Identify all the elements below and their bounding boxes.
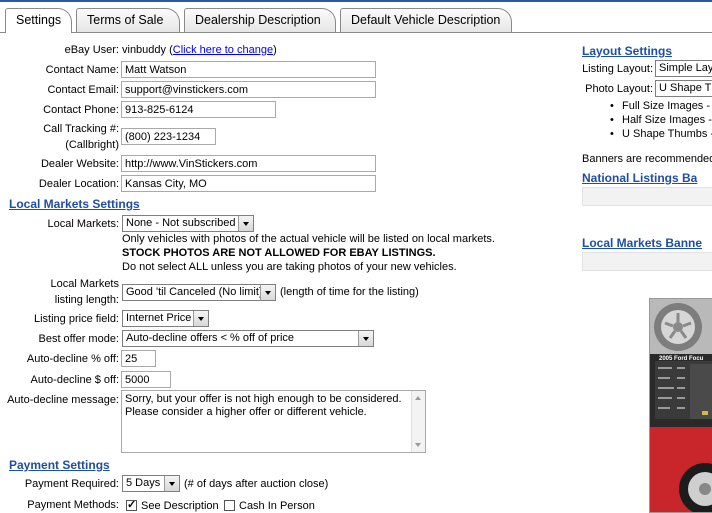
vehicle-preview-thumbnail: 2005 Ford Focu — [649, 298, 712, 513]
local-markets-select[interactable]: None - Not subscribed — [122, 215, 254, 232]
tab-default-vehicle-description[interactable]: Default Vehicle Description — [340, 8, 512, 32]
scroll-down-icon — [415, 443, 421, 447]
listing-length-hint: (length of time for the listing) — [280, 286, 419, 298]
see-description-label: See Description — [141, 500, 219, 512]
call-tracking-label: Call Tracking #: — [43, 123, 119, 135]
scroll-up-icon — [415, 396, 421, 400]
local-markets-note-3: Do not select ALL unless you are taking … — [122, 261, 457, 273]
local-markets-banner-title[interactable]: Local Markets Banne — [582, 236, 702, 250]
dealer-location-label: Dealer Location: — [38, 178, 119, 190]
top-accent-line — [0, 0, 712, 2]
tab-dealership-description[interactable]: Dealership Description — [184, 8, 336, 32]
tab-settings[interactable]: Settings — [5, 8, 72, 33]
contact-name-input[interactable] — [121, 61, 376, 78]
layout-bullet-half-size: Half Size Images - — [610, 114, 712, 127]
tab-baseline — [0, 32, 712, 33]
photo-layout-select[interactable]: U Shape Th — [655, 80, 712, 97]
see-description-checkbox[interactable] — [126, 498, 137, 511]
contact-phone-input[interactable] — [121, 101, 276, 118]
chevron-down-icon — [193, 311, 208, 326]
local-markets-note-2: STOCK PHOTOS ARE NOT ALLOWED FOR EBAY LI… — [122, 247, 436, 259]
payment-required-hint: (# of days after auction close) — [184, 478, 329, 490]
layout-bullet-full-size: Full Size Images - A — [610, 100, 712, 113]
payment-section-title[interactable]: Payment Settings — [9, 458, 110, 472]
chevron-down-icon — [164, 476, 179, 491]
local-banner-area — [582, 252, 712, 271]
listing-layout-selected: Simple Lay — [659, 62, 712, 74]
dealer-website-input[interactable] — [121, 155, 376, 172]
local-markets-note-1: Only vehicles with photos of the actual … — [122, 233, 495, 245]
national-banner-area — [582, 187, 712, 206]
layout-bullet-u-shape: U Shape Thumbs - — [610, 128, 712, 141]
listing-price-field-select[interactable]: Internet Price — [122, 310, 209, 327]
callbright-label: (Callbright) — [65, 139, 119, 151]
local-markets-label: Local Markets: — [47, 218, 119, 230]
listing-length-selected: Good 'til Canceled (No limit) — [126, 286, 263, 298]
change-ebay-user-link[interactable]: Click here to change — [173, 44, 273, 56]
payment-methods-label: Payment Methods: — [27, 499, 119, 511]
chevron-down-icon — [260, 285, 275, 300]
listing-length-label-2: listing length: — [54, 294, 119, 306]
ebay-user-label: eBay User: — [64, 44, 119, 56]
auto-decline-message-label: Auto-decline message: — [7, 394, 119, 406]
auto-decline-percent-input[interactable] — [121, 350, 156, 367]
vehicle-preview-image — [650, 299, 712, 512]
auto-decline-percent-label: Auto-decline % off: — [26, 353, 119, 365]
layout-section-title[interactable]: Layout Settings — [582, 44, 672, 58]
payment-required-selected: 5 Days — [126, 477, 161, 489]
local-markets-selected: None - Not subscribed — [126, 217, 236, 229]
tab-bar: Settings Terms of Sale Dealership Descri… — [0, 7, 712, 33]
dealer-location-input[interactable] — [121, 175, 376, 192]
textarea-scrollbar[interactable] — [411, 391, 425, 452]
payment-required-select[interactable]: 5 Days — [122, 475, 180, 492]
contact-name-label: Contact Name: — [45, 64, 119, 76]
payment-required-label: Payment Required: — [24, 478, 119, 490]
listing-layout-select[interactable]: Simple Lay — [655, 60, 712, 77]
listing-length-select[interactable]: Good 'til Canceled (No limit) — [122, 284, 276, 301]
auto-decline-amount-label: Auto-decline $ off: — [30, 374, 119, 386]
auto-decline-message-textarea[interactable]: Sorry, but your offer is not high enough… — [121, 390, 426, 453]
cash-in-person-label: Cash In Person — [239, 500, 315, 512]
cash-in-person-checkbox[interactable] — [224, 500, 235, 511]
dealer-website-label: Dealer Website: — [40, 158, 119, 170]
contact-email-label: Contact Email: — [47, 84, 119, 96]
best-offer-mode-label: Best offer mode: — [38, 333, 119, 345]
call-tracking-input[interactable] — [121, 128, 216, 145]
ebay-user-line: vinbuddy (Click here to change) — [122, 44, 277, 57]
ebay-user-value: vinbuddy — [122, 44, 167, 56]
vehicle-preview-title: 2005 Ford Focu — [659, 356, 704, 362]
contact-email-input[interactable] — [121, 81, 376, 98]
national-listings-banner-title[interactable]: National Listings Ba — [582, 171, 697, 185]
listing-length-label-1: Local Markets — [50, 278, 119, 290]
listing-price-field-label: Listing price field: — [34, 313, 119, 325]
best-offer-mode-select[interactable]: Auto-decline offers < % off of price — [122, 330, 374, 347]
listing-price-field-selected: Internet Price — [126, 312, 192, 324]
photo-layout-selected: U Shape Th — [659, 82, 712, 94]
best-offer-mode-selected: Auto-decline offers < % off of price — [126, 332, 295, 344]
banners-note: Banners are recommended — [582, 153, 712, 165]
listing-layout-label: Listing Layout: — [582, 63, 653, 75]
chevron-down-icon — [358, 331, 373, 346]
photo-layout-label: Photo Layout: — [585, 83, 653, 95]
contact-phone-label: Contact Phone: — [43, 104, 119, 116]
ebay-user-paren-close: ) — [273, 44, 277, 56]
chevron-down-icon — [238, 216, 253, 231]
local-markets-section-title[interactable]: Local Markets Settings — [9, 197, 140, 211]
auto-decline-amount-input[interactable] — [121, 371, 171, 388]
tab-terms-of-sale[interactable]: Terms of Sale — [76, 8, 180, 32]
